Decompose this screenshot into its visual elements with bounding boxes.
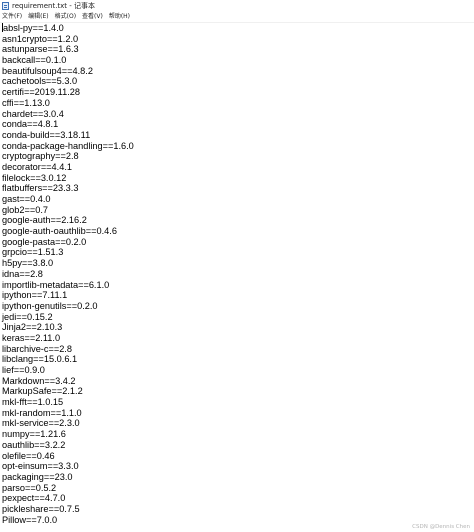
text-line: ipython==7.11.1 <box>2 290 68 301</box>
text-line: cffi==1.13.0 <box>2 97 50 108</box>
text-line: chardet==3.0.4 <box>2 108 64 119</box>
text-line: libarchive-c==2.8 <box>2 343 72 354</box>
menu-file[interactable]: 文件(F) <box>2 12 22 22</box>
text-line-content: absl-py==1.4.0 <box>3 23 64 33</box>
text-line: conda-build==3.18.11 <box>2 129 91 140</box>
text-line: flatbuffers==23.3.3 <box>2 183 79 194</box>
text-line: h5py==3.8.0 <box>2 258 54 269</box>
text-line: beautifulsoup4==4.8.2 <box>2 65 93 76</box>
text-line: cryptography==2.8 <box>2 151 79 162</box>
menu-view[interactable]: 查看(V) <box>82 12 103 22</box>
text-line: conda-package-handling==1.6.0 <box>2 140 134 151</box>
text-line: google-auth==2.16.2 <box>2 215 87 226</box>
text-line: astunparse==1.6.3 <box>2 44 79 55</box>
text-editor-area[interactable]: absl-py==1.4.0 asn1crypto==1.2.0 astunpars… <box>0 22 474 532</box>
text-line: pexpect==4.7.0 <box>2 493 66 504</box>
text-line: MarkupSafe==2.1.2 <box>2 386 83 397</box>
text-line: glob2==0.7 <box>2 204 48 215</box>
window-title: requirement.txt - 记事本 <box>12 2 96 10</box>
menu-bar: 文件(F) 编辑(E) 格式(O) 查看(V) 帮助(H) <box>0 12 474 22</box>
text-line: gast==0.4.0 <box>2 194 51 204</box>
text-line: conda==4.8.1 <box>2 119 59 130</box>
text-line: Pillow==7.0.0 <box>2 514 58 525</box>
text-line: decorator==4.4.1 <box>2 161 72 172</box>
title-bar[interactable]: requirement.txt - 记事本 <box>0 0 474 12</box>
text-line: filelock==3.0.12 <box>2 172 67 183</box>
text-line: lief==0.9.0 <box>2 365 45 375</box>
text-line: google-pasta==0.2.0 <box>2 236 87 247</box>
text-line: pickleshare==0.7.5 <box>2 503 80 514</box>
menu-format[interactable]: 格式(O) <box>55 12 76 22</box>
text-line: opt-einsum==3.3.0 <box>2 461 79 472</box>
text-line: backcall==0.1.0 <box>2 55 67 66</box>
watermark: CSDN @Dennis Chen <box>409 524 470 530</box>
text-line: mkl-fft==1.0.15 <box>2 397 64 408</box>
text-line: olefile==0.46 <box>2 450 55 461</box>
notepad-window: requirement.txt - 记事本 文件(F) 编辑(E) 格式(O) … <box>0 0 474 532</box>
text-line: asn1crypto==1.2.0 <box>2 33 79 44</box>
text-line: numpy==1.21.6 <box>2 429 66 440</box>
text-line: mkl-service==2.3.0 <box>2 418 80 429</box>
text-line: libclang==15.0.6.1 <box>2 354 78 365</box>
text-line: absl-py==1.4.0 <box>2 23 474 34</box>
text-line: importlib-metadata==6.1.0 <box>2 279 110 290</box>
text-line: parso==0.5.2 <box>2 482 57 493</box>
text-line: cachetools==5.3.0 <box>2 76 78 87</box>
text-line: grpcio==1.51.3 <box>2 247 64 258</box>
text-line: google-auth-oauthlib==0.4.6 <box>2 226 117 237</box>
text-line: packaging==23.0 <box>2 471 73 482</box>
menu-help[interactable]: 帮助(H) <box>109 12 130 22</box>
text-line: oauthlib==3.2.2 <box>2 439 66 450</box>
notepad-icon <box>2 2 9 10</box>
text-line: certifi==2019.11.28 <box>2 87 80 98</box>
text-line: ipython-genutils==0.2.0 <box>2 300 98 311</box>
text-line: jedi==0.15.2 <box>2 311 53 322</box>
text-line: idna==2.8 <box>2 268 43 279</box>
menu-edit[interactable]: 编辑(E) <box>28 12 48 22</box>
text-line: Jinja2==2.10.3 <box>2 322 63 333</box>
text-line: mkl-random==1.1.0 <box>2 407 82 418</box>
text-line: keras==2.11.0 <box>2 332 61 343</box>
text-line: Markdown==3.4.2 <box>2 375 76 386</box>
